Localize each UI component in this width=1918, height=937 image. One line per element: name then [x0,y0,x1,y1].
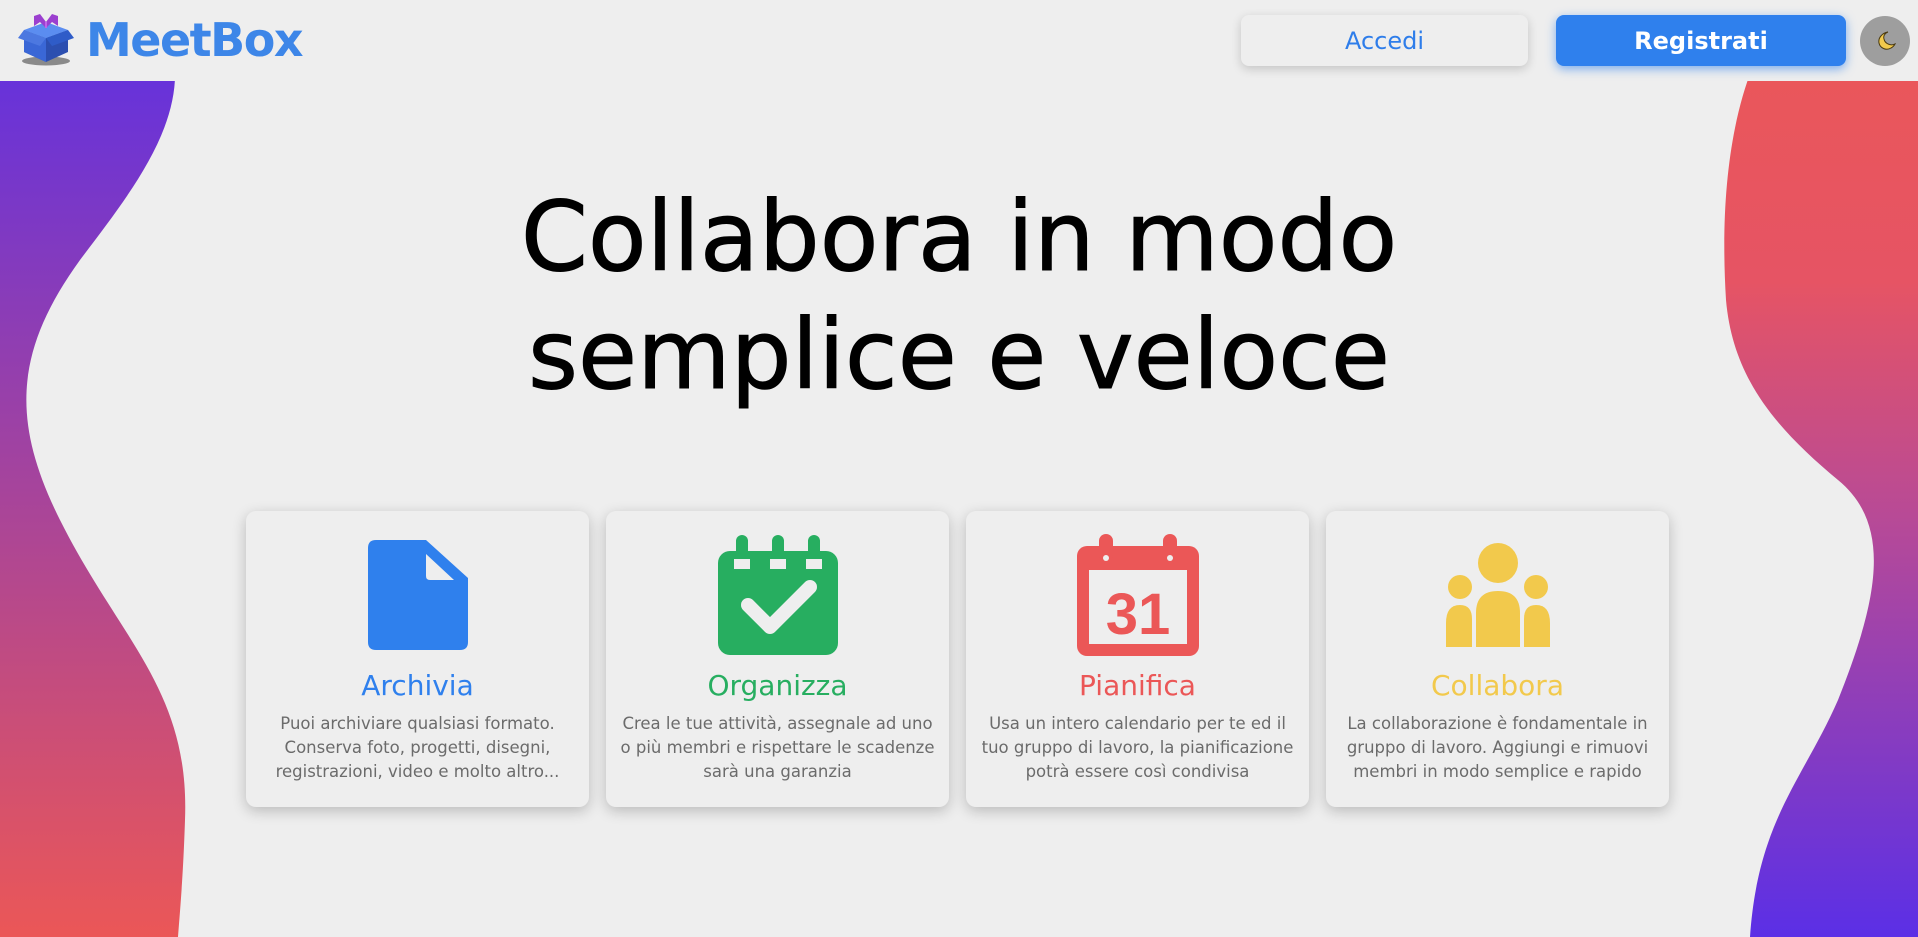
feature-title: Archivia [361,669,474,702]
feature-description: Puoi archiviare qualsiasi formato. Conse… [275,714,560,781]
feature-description: Usa un intero calendario per te ed il tu… [981,714,1294,781]
top-navbar: MeetBox Accedi Registrati [0,0,1918,81]
moon-icon [1878,31,1896,50]
feature-card-collabora: Collabora La collaborazione è fondamenta… [1326,511,1669,807]
file-icon [367,540,468,650]
feature-description: Crea le tue attività, assegnale ad uno o… [620,714,935,781]
feature-card-archivia: Archivia Puoi archiviare qualsiasi forma… [246,511,589,807]
landing-page: MeetBox Accedi Registrati Collabora in m… [0,0,1918,937]
brand-name: MeetBox [86,13,304,67]
feature-title: Pianifica [1079,669,1196,702]
left-wave-decoration [0,0,186,937]
theme-toggle-button[interactable] [1860,16,1910,66]
feature-title: Collabora [1431,669,1564,702]
calendar-day-number: 31 [1105,582,1170,647]
feature-card-pianifica: 31 Pianifica Usa un intero calendario pe… [966,511,1309,807]
feature-card-organizza: Organizza Crea le tue attività, assegnal… [606,511,949,807]
hero-title: Collabora in modo semplice e veloce [459,178,1459,414]
right-wave-decoration [1724,0,1918,937]
hero-title-line-2: semplice e veloce [528,299,1391,412]
box-logo-icon [18,14,74,66]
login-button[interactable]: Accedi [1241,15,1528,66]
users-icon [1445,543,1550,647]
register-button[interactable]: Registrati [1556,15,1846,66]
feature-description: La collaborazione è fondamentale in grup… [1346,714,1649,781]
brand-logo[interactable]: MeetBox [18,12,304,68]
feature-title: Organizza [707,669,848,702]
calendar-check-icon [717,535,838,655]
calendar-31-icon: 31 [1076,534,1199,656]
hero-title-line-1: Collabora in modo [520,181,1398,294]
